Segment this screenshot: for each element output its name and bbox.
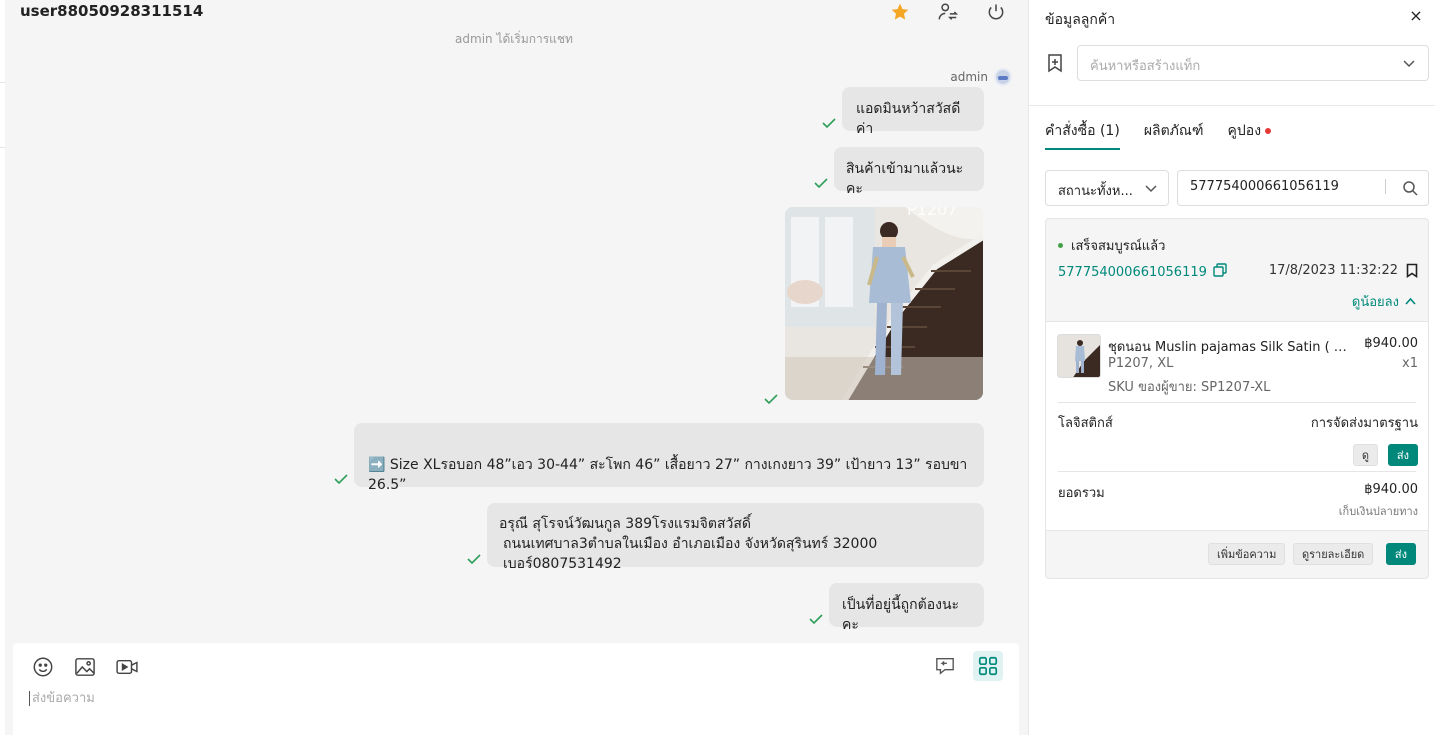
sender-name: admin bbox=[950, 70, 988, 84]
order-date: 17/8/2023 11:32:22 bbox=[1268, 263, 1398, 278]
transfer-user-icon[interactable] bbox=[934, 0, 962, 24]
bookmark-icon[interactable] bbox=[1406, 263, 1418, 282]
chat-left-edge bbox=[0, 0, 5, 735]
chevron-down-icon bbox=[1144, 181, 1158, 199]
message-text: เป็นที่อยู่นี้ถูกต้องนะคะ bbox=[842, 597, 960, 633]
avatar bbox=[994, 68, 1012, 86]
read-check-icon bbox=[467, 554, 481, 564]
product-qty: x1 bbox=[1402, 356, 1418, 371]
message-text: สินค้าเข้ามาแล้วนะคะ bbox=[846, 161, 964, 197]
order-card: เสร็จสมบูรณ์แล้ว 577754000661056119 17/8… bbox=[1045, 218, 1429, 579]
panel-tabs: คำสั่งซื้อ (1) ผลิตภัณฑ์ คูปอง bbox=[1045, 120, 1272, 150]
search-icon[interactable] bbox=[1402, 180, 1418, 200]
status-filter-select[interactable]: สถานะทั้งห... bbox=[1045, 170, 1169, 206]
product-sku: SKU ของผู้ขาย: SP1207-XL bbox=[1108, 380, 1271, 395]
image-overlay-text: P1207 bbox=[907, 207, 957, 219]
message-text: ➡️ Size XLรอบอก 48”เอว 30-44” สะโพก 46” … bbox=[368, 457, 968, 493]
system-note: admin ได้เริ่มการแชท bbox=[455, 32, 573, 46]
tab-label: ผลิตภัณฑ์ bbox=[1143, 123, 1204, 139]
read-check-icon bbox=[822, 118, 836, 128]
tag-search-select[interactable]: ค้นหาหรือสร้างแท็ก bbox=[1077, 45, 1429, 81]
message-text-line: อรุณี สุโรจน์วัฒนกูล 389โรงแรมจิตสวัสดิ์ bbox=[499, 516, 752, 532]
divider bbox=[1029, 105, 1435, 106]
close-icon[interactable]: × bbox=[1407, 6, 1425, 25]
total-label: ยอดรวม bbox=[1058, 486, 1105, 501]
add-bookmark-icon[interactable] bbox=[1045, 53, 1065, 73]
video-icon[interactable] bbox=[115, 655, 139, 679]
view-shipping-button[interactable]: ดู bbox=[1352, 444, 1378, 466]
view-details-button[interactable]: ดูรายละเอียด bbox=[1293, 543, 1374, 565]
read-check-icon bbox=[809, 614, 823, 624]
order-details: ชุดนอน Muslin pajamas Silk Satin ( รุ่น … bbox=[1046, 321, 1428, 531]
composer-tools bbox=[31, 655, 139, 679]
emoji-icon[interactable] bbox=[31, 655, 55, 679]
chat-panel: user88050928311514 admin ได้เริ่มการแชท … bbox=[0, 0, 1028, 735]
message-text-line: ถนนเทศบาล3ตำบลในเมือง อำเภอเมือง จังหวัด… bbox=[503, 536, 878, 572]
status-filter-value: สถานะทั้งห... bbox=[1058, 184, 1133, 199]
chevron-up-icon bbox=[1405, 294, 1416, 309]
collapse-label: ดูน้อยลง bbox=[1351, 295, 1399, 310]
message-bubble: อรุณี สุโรจน์วัฒนกูล 389โรงแรมจิตสวัสดิ์… bbox=[487, 503, 984, 572]
tab-products[interactable]: ผลิตภัณฑ์ bbox=[1144, 120, 1204, 150]
order-id[interactable]: 577754000661056119 bbox=[1058, 263, 1227, 281]
total-value: ฿940.00 bbox=[1364, 482, 1418, 497]
power-icon[interactable] bbox=[982, 0, 1010, 24]
edge-nub bbox=[0, 82, 5, 148]
message-composer bbox=[13, 643, 1019, 735]
product-name: ชุดนอน Muslin pajamas Silk Satin ( รุ่น … bbox=[1108, 340, 1348, 355]
divider bbox=[1058, 402, 1416, 403]
logistics-value: การจัดส่งมาตรฐาน bbox=[1310, 416, 1418, 431]
image-icon[interactable] bbox=[73, 655, 97, 679]
logistics-label: โลจิสติกส์ bbox=[1058, 416, 1113, 431]
copy-icon[interactable] bbox=[1213, 263, 1227, 281]
add-message-button[interactable]: เพิ่มข้อความ bbox=[1208, 543, 1286, 565]
tab-label: คำสั่งซื้อ (1) bbox=[1045, 123, 1120, 139]
chevron-down-icon bbox=[1402, 56, 1416, 74]
status-dot bbox=[1058, 243, 1063, 248]
payment-method: เก็บเงินปลายทาง bbox=[1338, 505, 1418, 518]
message-input[interactable] bbox=[29, 691, 989, 706]
message-bubble: แอดมินหว้าสวัสดีค่า bbox=[842, 87, 984, 137]
message-bubble: ➡️ Size XLรอบอก 48”เอว 30-44” สะโพก 46” … bbox=[354, 423, 984, 493]
ship-button[interactable]: ส่ง bbox=[1387, 444, 1418, 466]
order-status: เสร็จสมบูรณ์แล้ว bbox=[1058, 235, 1165, 256]
tag-placeholder: ค้นหาหรือสร้างแท็ก bbox=[1090, 59, 1201, 74]
product-variant: P1207, XL bbox=[1108, 356, 1174, 371]
order-search-box bbox=[1177, 170, 1429, 206]
collapse-toggle[interactable]: ดูน้อยลง bbox=[1352, 291, 1416, 312]
read-check-icon bbox=[764, 394, 778, 404]
chat-username: user88050928311514 bbox=[20, 2, 204, 20]
panel-title: ข้อมูลลูกค้า bbox=[1045, 12, 1116, 28]
customer-info-panel: ข้อมูลลูกค้า × ค้นหาหรือสร้างแท็ก คำสั่ง… bbox=[1028, 0, 1435, 735]
message-bubble: สินค้าเข้ามาแล้วนะคะ bbox=[834, 147, 984, 197]
composer-right-tools bbox=[933, 651, 1003, 681]
message-text: แอดมินหว้าสวัสดีค่า bbox=[856, 101, 961, 137]
quick-reply-icon[interactable] bbox=[933, 654, 957, 678]
product-price: ฿940.00 bbox=[1364, 336, 1418, 351]
order-id-text: 577754000661056119 bbox=[1058, 264, 1207, 280]
sender-label: admin bbox=[950, 68, 1012, 86]
tab-label: คูปอง bbox=[1227, 123, 1262, 139]
read-check-icon bbox=[814, 178, 828, 188]
product-thumbnail[interactable] bbox=[1057, 334, 1101, 378]
message-bubble: เป็นที่อยู่นี้ถูกต้องนะคะ bbox=[829, 583, 984, 633]
notification-dot bbox=[1265, 128, 1272, 134]
message-image[interactable]: P1207 bbox=[785, 207, 983, 400]
star-icon[interactable] bbox=[886, 0, 914, 24]
tab-orders[interactable]: คำสั่งซื้อ (1) bbox=[1045, 120, 1120, 150]
order-search-input[interactable] bbox=[1190, 179, 1386, 194]
send-order-button[interactable]: ส่ง bbox=[1385, 543, 1416, 565]
apps-grid-icon[interactable] bbox=[973, 651, 1003, 681]
chat-header-icons bbox=[886, 0, 1010, 24]
divider bbox=[1058, 471, 1416, 472]
read-check-icon bbox=[334, 474, 348, 484]
order-status-text: เสร็จสมบูรณ์แล้ว bbox=[1071, 239, 1166, 254]
tab-coupons[interactable]: คูปอง bbox=[1228, 120, 1272, 150]
